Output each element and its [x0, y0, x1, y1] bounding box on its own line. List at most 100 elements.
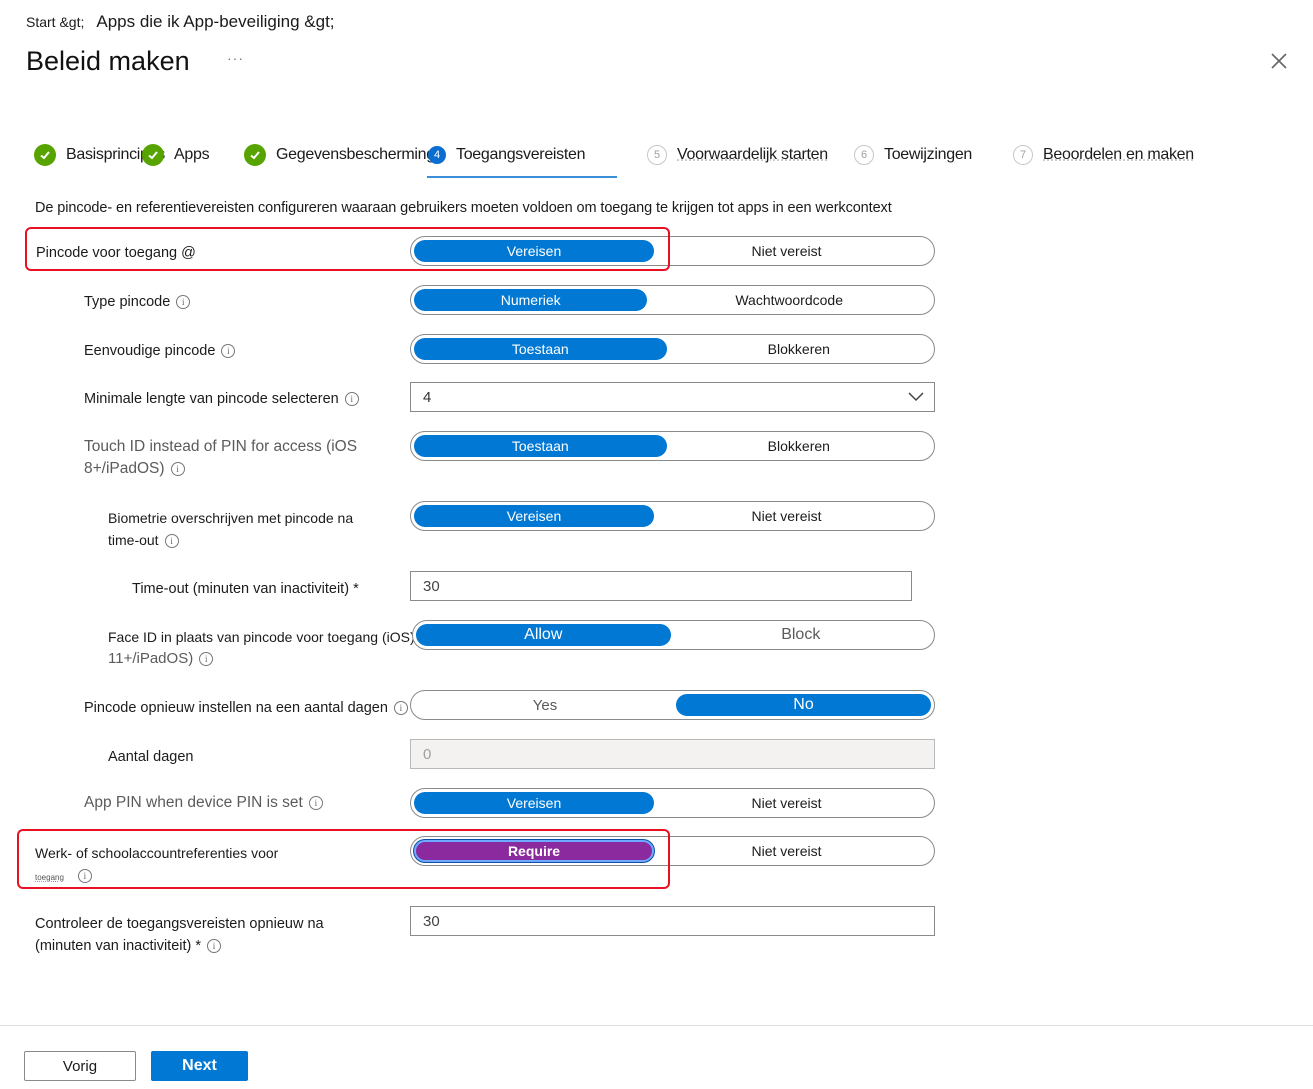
- info-icon[interactable]: i: [170, 461, 185, 476]
- timeout-input[interactable]: 30: [410, 571, 912, 601]
- checkmark-icon: [142, 144, 164, 166]
- min-length-value: 4: [423, 388, 432, 406]
- app-pin-device-require[interactable]: Vereisen: [414, 792, 654, 814]
- recheck-line1: Controleer de toegangsvereisten opnieuw …: [35, 916, 324, 932]
- pin-type-text: Type pincode: [84, 294, 171, 310]
- info-icon[interactable]: i: [199, 652, 214, 667]
- tab-label: Beoordelen en maken: [1043, 146, 1194, 163]
- timeout-label: Time-out (minuten van inactiviteit) *: [132, 581, 359, 597]
- biometric-override-label: Biometrie overschrijven met pincode na t…: [108, 507, 353, 551]
- pin-access-toggle[interactable]: Vereisen Niet vereist: [410, 236, 935, 266]
- recheck-line2: (minuten van inactiviteit) *: [35, 938, 202, 954]
- touch-id-allow[interactable]: Toestaan: [414, 435, 667, 457]
- previous-button[interactable]: Vorig: [24, 1051, 136, 1081]
- min-length-text: Minimale lengte van pincode selecteren: [84, 391, 339, 407]
- biometric-override-line2: time-out: [108, 532, 159, 548]
- biometric-override-require[interactable]: Vereisen: [414, 505, 654, 527]
- pin-access-not-required[interactable]: Niet vereist: [654, 240, 919, 262]
- simple-pin-block[interactable]: Blokkeren: [667, 338, 931, 360]
- breadcrumb: Start &gt; Apps die ik App-beveiliging &…: [26, 12, 335, 32]
- pin-reset-toggle[interactable]: Yes No: [410, 690, 935, 720]
- recheck-label: Controleer de toegangsvereisten opnieuw …: [35, 913, 324, 957]
- checkmark-icon: [244, 144, 266, 166]
- face-id-toggle[interactable]: Allow Block: [412, 620, 935, 650]
- work-credentials-line2: toegang: [35, 873, 64, 882]
- pin-access-require[interactable]: Vereisen: [414, 240, 654, 262]
- touch-id-text-line2: 8+/iPadOS): [84, 460, 165, 477]
- tab-label: Voorwaardelijk starten: [677, 146, 828, 163]
- info-icon[interactable]: i: [221, 344, 236, 359]
- tab-toegangsvereisten[interactable]: 4 Toegangsvereisten: [428, 140, 586, 170]
- intro-text: De pincode- en referentievereisten confi…: [35, 200, 892, 216]
- info-icon[interactable]: i: [308, 795, 323, 810]
- footer-divider: [0, 1025, 1313, 1026]
- info-icon[interactable]: i: [393, 701, 408, 716]
- step-number-icon: 7: [1013, 145, 1033, 165]
- step-number-icon: 6: [854, 145, 874, 165]
- simple-pin-allow[interactable]: Toestaan: [414, 338, 667, 360]
- face-id-line2: 11+/iPadOS): [108, 650, 194, 667]
- recheck-input[interactable]: 30: [410, 906, 935, 936]
- tab-beoordelen-en-maken[interactable]: 7 Beoordelen en maken: [1013, 140, 1194, 170]
- days-input: 0: [410, 739, 935, 769]
- pin-access-label: Pincode voor toegang @: [36, 245, 196, 261]
- breadcrumb-app-protection[interactable]: Apps die ik App-beveiliging &gt;: [96, 12, 334, 32]
- touch-id-toggle[interactable]: Toestaan Blokkeren: [410, 431, 935, 461]
- pin-type-toggle[interactable]: Numeriek Wachtwoordcode: [410, 285, 935, 315]
- touch-id-block[interactable]: Blokkeren: [667, 435, 931, 457]
- app-pin-device-toggle[interactable]: Vereisen Niet vereist: [410, 788, 935, 818]
- simple-pin-label: Eenvoudige pincode i: [84, 340, 236, 362]
- info-icon[interactable]: i: [77, 869, 92, 884]
- face-id-block[interactable]: Block: [671, 624, 931, 646]
- work-credentials-not-required[interactable]: Niet vereist: [654, 840, 919, 862]
- checkmark-icon: [34, 144, 56, 166]
- min-length-dropdown[interactable]: 4: [410, 382, 935, 412]
- face-id-line1: Face ID in plaats van pincode voor toega…: [108, 629, 415, 645]
- pin-reset-yes[interactable]: Yes: [414, 694, 676, 716]
- pin-reset-text: Pincode opnieuw instellen na een aantal …: [84, 700, 388, 716]
- next-button[interactable]: Next: [151, 1051, 248, 1081]
- biometric-override-not-required[interactable]: Niet vereist: [654, 505, 919, 527]
- work-credentials-label: Werk- of schoolaccountreferenties voor t…: [35, 842, 278, 889]
- step-number-icon: 5: [647, 145, 667, 165]
- tab-toewijzingen[interactable]: 6 Toewijzingen: [854, 140, 972, 170]
- info-icon[interactable]: i: [164, 534, 179, 549]
- pin-type-label: Type pincode i: [84, 291, 191, 313]
- simple-pin-toggle[interactable]: Toestaan Blokkeren: [410, 334, 935, 364]
- close-button[interactable]: [1268, 50, 1290, 72]
- active-tab-indicator: [427, 176, 617, 178]
- pin-type-numeric[interactable]: Numeriek: [414, 289, 648, 311]
- info-icon[interactable]: i: [344, 392, 359, 407]
- pin-reset-no[interactable]: No: [676, 694, 931, 716]
- page-title: Beleid maken: [26, 46, 190, 76]
- pin-type-passcode[interactable]: Wachtwoordcode: [647, 289, 931, 311]
- biometric-override-toggle[interactable]: Vereisen Niet vereist: [410, 501, 935, 531]
- info-icon[interactable]: i: [176, 295, 191, 310]
- tab-label: Toegangsvereisten: [456, 146, 586, 163]
- days-label: Aantal dagen: [108, 749, 194, 765]
- tab-label: Toewijzingen: [884, 146, 973, 163]
- step-number-icon: 4: [428, 146, 446, 164]
- work-credentials-line1: Werk- of schoolaccountreferenties voor: [35, 845, 279, 861]
- info-icon[interactable]: i: [207, 939, 222, 954]
- biometric-override-line1: Biometrie overschrijven met pincode na: [108, 510, 354, 526]
- work-credentials-require[interactable]: Require: [414, 840, 654, 862]
- app-pin-device-not-required[interactable]: Niet vereist: [654, 792, 919, 814]
- app-pin-device-label: App PIN when device PIN is set i: [84, 792, 323, 814]
- face-id-allow[interactable]: Allow: [416, 624, 671, 646]
- pin-reset-label: Pincode opnieuw instellen na een aantal …: [84, 697, 408, 719]
- more-options-button[interactable]: ···: [227, 50, 244, 66]
- close-icon: [1271, 53, 1287, 69]
- work-credentials-toggle[interactable]: Require Niet vereist: [410, 836, 935, 866]
- breadcrumb-start[interactable]: Start &gt;: [26, 14, 84, 30]
- min-length-label: Minimale lengte van pincode selecteren i: [84, 388, 359, 410]
- touch-id-text-line1: Touch ID instead of PIN for access (iOS: [84, 438, 358, 455]
- chevron-down-icon: [908, 392, 924, 402]
- tab-apps[interactable]: Apps: [142, 140, 210, 170]
- tab-gegevensbescherming[interactable]: Gegevensbescherming: [244, 140, 435, 170]
- tab-voorwaardelijk-starten[interactable]: 5 Voorwaardelijk starten: [647, 140, 828, 170]
- simple-pin-text: Eenvoudige pincode: [84, 343, 216, 359]
- touch-id-label: Touch ID instead of PIN for access (iOS …: [84, 436, 357, 480]
- face-id-label: Face ID in plaats van pincode voor toega…: [108, 626, 415, 670]
- app-pin-device-text: App PIN when device PIN is set: [84, 794, 303, 811]
